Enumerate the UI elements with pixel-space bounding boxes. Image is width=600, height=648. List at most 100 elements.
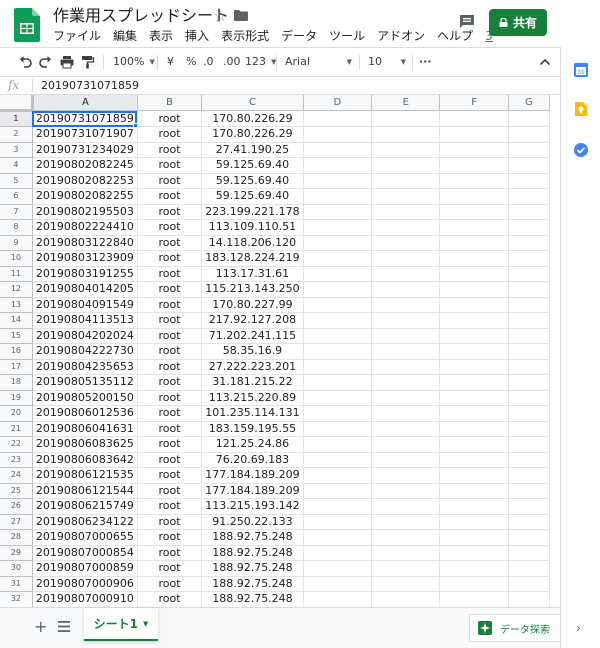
empty-cell[interactable]	[303, 421, 373, 437]
fill-handle[interactable]	[133, 122, 139, 128]
cell-user[interactable]: root	[137, 126, 203, 143]
menu-data[interactable]: データ	[281, 28, 317, 44]
empty-cell[interactable]	[439, 436, 509, 453]
cell-user[interactable]: root	[137, 281, 203, 298]
cell-ip-address[interactable]: 91.250.22.133	[201, 514, 304, 530]
cell-timestamp[interactable]: 20190731234029	[32, 142, 138, 158]
empty-cell[interactable]	[303, 173, 373, 189]
share-button[interactable]: 共有	[489, 9, 547, 36]
empty-cell[interactable]	[508, 405, 550, 422]
active-cell[interactable]: 20190731071859	[32, 110, 138, 127]
empty-cell[interactable]	[303, 591, 373, 607]
row-header[interactable]: 1	[0, 110, 33, 127]
empty-cell[interactable]	[439, 529, 509, 546]
empty-cell[interactable]	[303, 467, 373, 484]
empty-cell[interactable]	[508, 390, 550, 406]
cell-user[interactable]: root	[137, 421, 203, 437]
column-header-b[interactable]: B	[137, 95, 203, 111]
empty-cell[interactable]	[439, 312, 509, 329]
cell-timestamp[interactable]: 20190806012536	[32, 405, 138, 422]
cell-ip-address[interactable]: 113.215.220.89	[201, 390, 304, 406]
empty-cell[interactable]	[303, 436, 373, 453]
row-header[interactable]: 14	[0, 312, 33, 329]
empty-cell[interactable]	[508, 436, 550, 453]
paint-format-button[interactable]	[81, 48, 95, 76]
cell-ip-address[interactable]: 121.25.24.86	[201, 436, 304, 453]
row-header[interactable]: 11	[0, 266, 33, 282]
cell-timestamp[interactable]: 20190807000854	[32, 545, 138, 561]
empty-cell[interactable]	[439, 250, 509, 267]
empty-cell[interactable]	[508, 142, 550, 158]
empty-cell[interactable]	[303, 250, 373, 267]
cell-user[interactable]: root	[137, 204, 203, 220]
cell-ip-address[interactable]: 27.222.223.201	[201, 359, 304, 375]
cell-timestamp[interactable]: 20190807000655	[32, 529, 138, 546]
empty-cell[interactable]	[303, 312, 373, 329]
cell-timestamp[interactable]: 20190806083642	[32, 452, 138, 468]
cell-timestamp[interactable]: 20190802082245	[32, 157, 138, 174]
cell-ip-address[interactable]: 71.202.241.115	[201, 328, 304, 344]
cell-user[interactable]: root	[137, 374, 203, 391]
empty-cell[interactable]	[371, 219, 441, 236]
cell-user[interactable]: root	[137, 545, 203, 561]
row-header[interactable]: 25	[0, 483, 33, 499]
empty-cell[interactable]	[303, 142, 373, 158]
empty-cell[interactable]	[371, 560, 441, 577]
cell-user[interactable]: root	[137, 390, 203, 406]
empty-cell[interactable]	[439, 142, 509, 158]
empty-cell[interactable]	[508, 374, 550, 391]
empty-cell[interactable]	[303, 266, 373, 282]
row-header[interactable]: 21	[0, 421, 33, 437]
cell-user[interactable]: root	[137, 514, 203, 530]
row-header[interactable]: 23	[0, 452, 33, 468]
empty-cell[interactable]	[303, 576, 373, 592]
cell-ip-address[interactable]: 177.184.189.209	[201, 467, 304, 484]
cell-timestamp[interactable]: 20190802082255	[32, 188, 138, 205]
cell-timestamp[interactable]: 20190806121535	[32, 467, 138, 484]
empty-cell[interactable]	[439, 405, 509, 422]
empty-cell[interactable]	[371, 235, 441, 251]
empty-cell[interactable]	[371, 467, 441, 484]
cell-ip-address[interactable]: 188.92.75.248	[201, 560, 304, 577]
empty-cell[interactable]	[508, 297, 550, 313]
row-header[interactable]: 18	[0, 374, 33, 391]
row-header[interactable]: 28	[0, 529, 33, 546]
empty-cell[interactable]	[303, 514, 373, 530]
row-header[interactable]: 13	[0, 297, 33, 313]
empty-cell[interactable]	[439, 498, 509, 515]
more-tools-button[interactable]: ···	[419, 48, 432, 76]
empty-cell[interactable]	[508, 126, 550, 143]
empty-cell[interactable]	[371, 173, 441, 189]
empty-cell[interactable]	[508, 483, 550, 499]
empty-cell[interactable]	[371, 343, 441, 360]
cell-ip-address[interactable]: 113.17.31.61	[201, 266, 304, 282]
folder-icon[interactable]	[234, 10, 248, 21]
column-header-a[interactable]: A	[32, 95, 138, 111]
sheets-logo-icon[interactable]	[14, 8, 40, 42]
menu-format[interactable]: 表示形式	[221, 28, 269, 44]
cell-user[interactable]: root	[137, 188, 203, 205]
empty-cell[interactable]	[508, 498, 550, 515]
font-select[interactable]: Arial ▼	[285, 48, 352, 76]
row-header[interactable]: 6	[0, 188, 33, 205]
cell-timestamp[interactable]: 20190806121544	[32, 483, 138, 499]
row-header[interactable]: 5	[0, 173, 33, 189]
empty-cell[interactable]	[439, 297, 509, 313]
cell-ip-address[interactable]: 188.92.75.248	[201, 576, 304, 592]
row-header[interactable]: 16	[0, 343, 33, 360]
empty-cell[interactable]	[508, 576, 550, 592]
empty-cell[interactable]	[371, 359, 441, 375]
empty-cell[interactable]	[371, 452, 441, 468]
cell-user[interactable]: root	[137, 452, 203, 468]
formula-input[interactable]: 20190731071859	[41, 77, 139, 94]
empty-cell[interactable]	[439, 359, 509, 375]
cell-user[interactable]: root	[137, 405, 203, 422]
cell-ip-address[interactable]: 113.109.110.51	[201, 219, 304, 236]
empty-cell[interactable]	[303, 483, 373, 499]
empty-cell[interactable]	[371, 250, 441, 267]
undo-button[interactable]	[18, 48, 32, 76]
cell-ip-address[interactable]: 58.35.16.9	[201, 343, 304, 360]
cell-user[interactable]: root	[137, 219, 203, 236]
increase-decimal-button[interactable]: .00	[223, 48, 241, 76]
column-header-e[interactable]: E	[371, 95, 441, 111]
